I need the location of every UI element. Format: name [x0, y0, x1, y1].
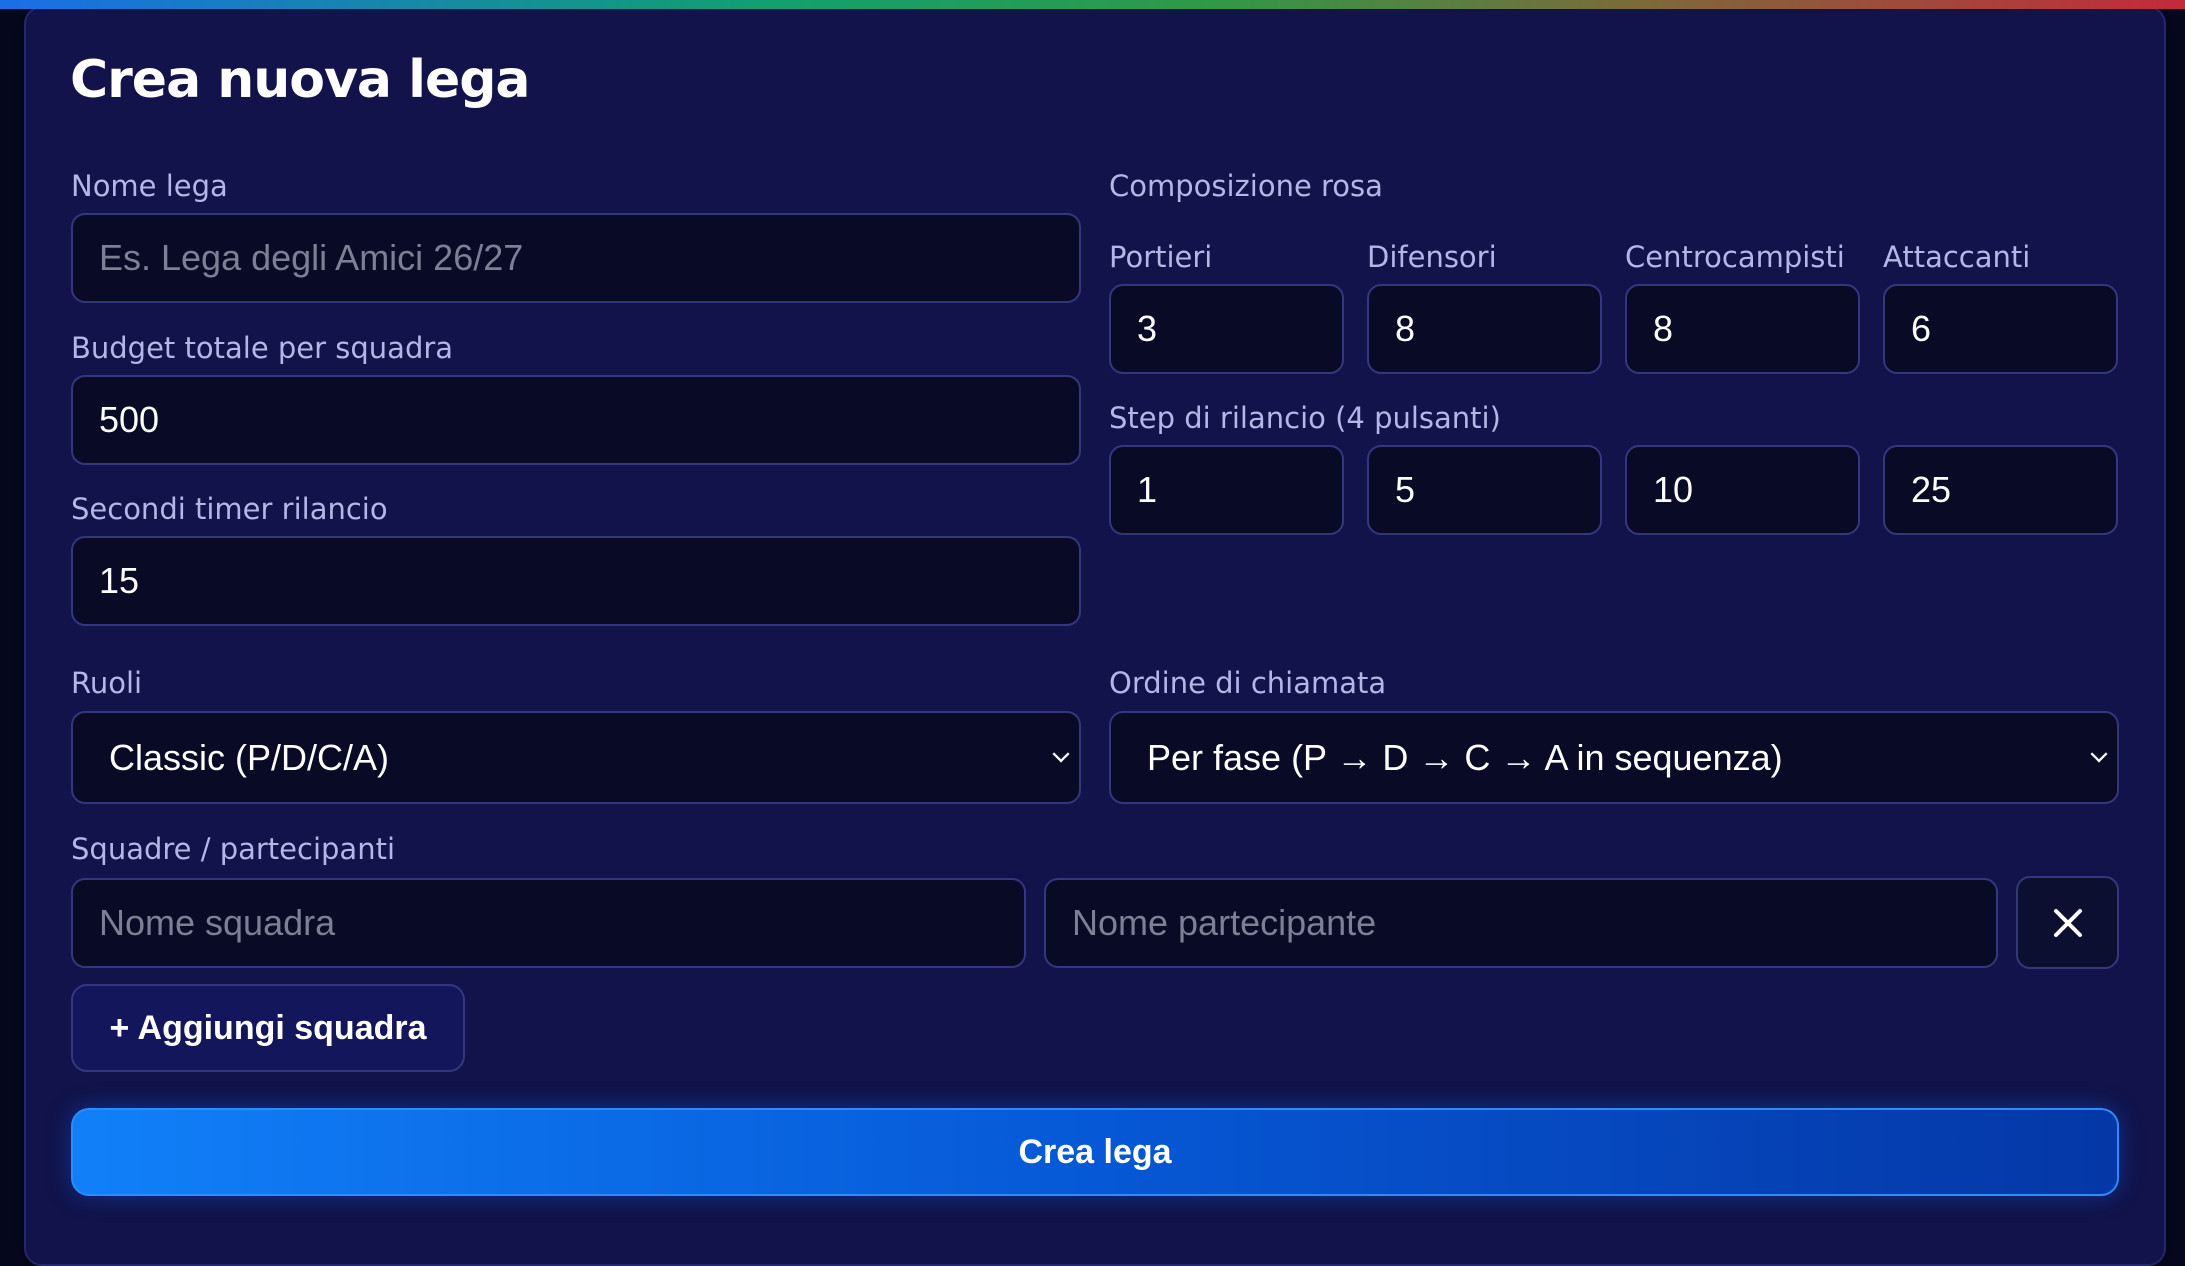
goalkeepers-input[interactable] [1109, 284, 1344, 374]
teams-label: Squadre / partecipanti [71, 832, 396, 866]
create-league-card [24, 6, 2166, 1266]
league-name-label: Nome lega [71, 169, 228, 203]
midfielders-input[interactable] [1625, 284, 1860, 374]
participant-name-input[interactable] [1044, 878, 1998, 968]
roles-select[interactable]: Classic (P/D/C/A) [71, 711, 1081, 804]
add-team-button[interactable]: + Aggiungi squadra [71, 984, 465, 1072]
page-title: Crea nuova lega [70, 50, 531, 110]
defenders-input[interactable] [1367, 284, 1602, 374]
bid-step-2-input[interactable] [1367, 445, 1602, 535]
roles-label: Ruoli [71, 666, 143, 700]
bid-step-1-input[interactable] [1109, 445, 1344, 535]
create-league-label: Crea lega [1018, 1132, 1172, 1171]
goalkeepers-label: Portieri [1109, 240, 1213, 274]
chevron-down-icon [2090, 745, 2108, 762]
call-order-selected-value: Per fase (P → D → C → A in sequenza) [1147, 736, 1783, 778]
roles-selected-value: Classic (P/D/C/A) [109, 736, 390, 778]
league-name-input[interactable] [71, 213, 1081, 303]
timer-input[interactable] [71, 536, 1081, 626]
call-order-label: Ordine di chiamata [1109, 666, 1387, 700]
add-team-label: + Aggiungi squadra [109, 1008, 427, 1047]
call-order-select[interactable]: Per fase (P → D → C → A in sequenza) [1109, 711, 2119, 804]
forwards-label: Attaccanti [1883, 240, 2031, 274]
bid-step-3-input[interactable] [1625, 445, 1860, 535]
forwards-input[interactable] [1883, 284, 2118, 374]
budget-input[interactable] [71, 375, 1081, 465]
team-name-input[interactable] [71, 878, 1026, 968]
bid-step-4-input[interactable] [1883, 445, 2118, 535]
remove-team-button[interactable] [2016, 876, 2119, 969]
chevron-down-icon [1052, 745, 1070, 762]
defenders-label: Difensori [1367, 240, 1497, 274]
midfielders-label: Centrocampisti [1625, 240, 1845, 274]
budget-label: Budget totale per squadra [71, 331, 454, 365]
bid-steps-label: Step di rilancio (4 pulsanti) [1109, 401, 1501, 435]
roster-label: Composizione rosa [1109, 169, 1383, 203]
top-accent-bar [0, 0, 2185, 9]
timer-label: Secondi timer rilancio [71, 492, 388, 526]
close-icon [2053, 908, 2082, 937]
create-league-button[interactable]: Crea lega [71, 1108, 2119, 1196]
